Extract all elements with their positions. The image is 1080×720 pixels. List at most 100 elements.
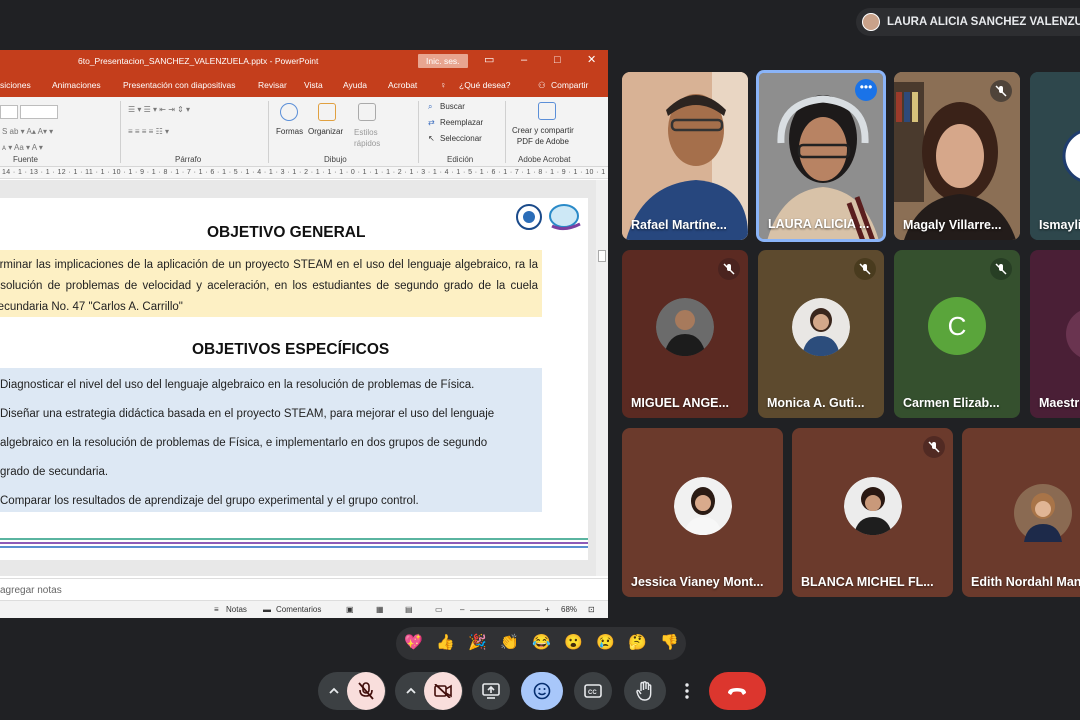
menu-transiciones[interactable]: siciones	[0, 80, 31, 90]
participant-video	[622, 72, 748, 240]
font-color-icons[interactable]: ᴀ ▾ Aa ▾ A ▾	[2, 143, 43, 152]
vertical-scrollbar[interactable]	[596, 180, 608, 576]
captions-button[interactable]: CC	[574, 672, 612, 710]
seleccionar-button[interactable]: Seleccionar	[440, 134, 482, 143]
captions-icon: CC	[584, 684, 602, 698]
menu-acrobat[interactable]: Acrobat	[388, 80, 417, 90]
organizar-label[interactable]: Organizar	[308, 127, 343, 136]
reaction-surprised[interactable]: 😮	[564, 634, 583, 652]
sorter-view-icon[interactable]: ▦	[376, 605, 384, 614]
participant-tile[interactable]: C Carmen Elizab...	[894, 250, 1020, 418]
participant-tile[interactable]: Jessica Vianey Mont...	[622, 428, 783, 597]
zoom-in-icon[interactable]: +	[545, 605, 550, 614]
participant-tile[interactable]: MIGUEL ANGE...	[622, 250, 748, 418]
quick-styles-icon[interactable]	[358, 103, 376, 121]
fit-slide-icon[interactable]: ⊡	[588, 605, 595, 614]
notes-pane[interactable]: agregar notas	[0, 578, 608, 600]
camera-options-chevron-icon[interactable]	[403, 683, 419, 699]
reaction-thumbs-up[interactable]: 👍	[436, 634, 455, 652]
reaction-sad[interactable]: 😢	[596, 634, 615, 652]
camera-toggle-button[interactable]	[424, 672, 462, 710]
status-bar: ≡ Notas ▬ Comentarios ▣ ▦ ▤ ▭ – + 68% ⊡	[0, 600, 608, 618]
comments-icon[interactable]: ▬	[263, 605, 271, 614]
normal-view-icon[interactable]: ▣	[346, 605, 354, 614]
menu-animaciones[interactable]: Animaciones	[52, 80, 101, 90]
present-button[interactable]	[472, 672, 510, 710]
signin-button[interactable]: Inic. ses.	[418, 54, 468, 68]
notes-button[interactable]: Notas	[226, 605, 247, 614]
comments-button[interactable]: Comentarios	[276, 605, 321, 614]
zoom-slider[interactable]	[470, 610, 540, 611]
replace-icon[interactable]: ⇄	[428, 118, 435, 127]
buscar-button[interactable]: Buscar	[440, 102, 465, 111]
participant-tile[interactable]: Monica A. Guti...	[758, 250, 884, 418]
menu-ayuda[interactable]: Ayuda	[343, 80, 367, 90]
presenter-chip[interactable]: LAURA ALICIA SANCHEZ VALENZUELA	[856, 8, 1080, 36]
participant-tile[interactable]: Magaly Villarre...	[894, 72, 1020, 240]
participant-tile-active-speaker[interactable]: ••• LAURA ALICIA ...	[756, 70, 886, 242]
select-icon[interactable]: ↖	[428, 134, 435, 143]
zoom-level[interactable]: 68%	[561, 605, 577, 614]
list-icons[interactable]: ☰ ▾ ☰ ▾ ⇤ ⇥ ⇕ ▾	[128, 105, 190, 114]
shapes-icon[interactable]	[280, 103, 298, 121]
font-format-icons[interactable]: S ab ▾ A▴ A▾ ▾	[2, 127, 53, 136]
crear-pdf-button[interactable]: Crear y compartir PDF de Adobe	[512, 125, 574, 147]
ppt-filename: 6to_Presentacion_SANCHEZ_VALENZUELA.pptx…	[78, 56, 319, 66]
leave-call-button[interactable]	[709, 672, 766, 710]
maximize-icon[interactable]: □	[554, 54, 561, 66]
align-icons[interactable]: ≡ ≡ ≡ ≡ ☷ ▾	[128, 127, 169, 136]
slide-area: OBJETIVO GENERAL terminar las implicacio…	[0, 180, 596, 576]
zoom-out-icon[interactable]: –	[460, 605, 464, 614]
participant-tile[interactable]: Maestr	[1030, 250, 1080, 418]
participant-name: Rafael Martíne...	[631, 218, 727, 232]
estilos-label[interactable]: Estilos rápidos	[354, 127, 380, 149]
adobe-pdf-icon[interactable]	[538, 102, 556, 120]
menu-vista[interactable]: Vista	[304, 80, 323, 90]
reading-view-icon[interactable]: ▤	[405, 605, 413, 614]
more-vert-icon	[685, 683, 689, 699]
reaction-clap[interactable]: 👏	[500, 634, 519, 652]
scroll-thumb[interactable]	[598, 250, 606, 262]
reaction-thumbs-down[interactable]: 👎	[660, 634, 679, 652]
mic-off-icon	[990, 80, 1012, 102]
title-objetivos-especificos: OBJETIVOS ESPECÍFICOS	[192, 341, 390, 358]
reaction-thinking[interactable]: 🤔	[628, 634, 647, 652]
font-name-field[interactable]	[0, 105, 18, 119]
reaction-laugh[interactable]: 😂	[532, 634, 551, 652]
reaction-party[interactable]: 🎉	[468, 634, 487, 652]
participant-tile[interactable]: Rafael Martíne...	[622, 72, 748, 240]
notes-icon[interactable]: ≡	[214, 605, 219, 614]
formas-label[interactable]: Formas	[276, 127, 303, 136]
font-size-field[interactable]	[20, 105, 58, 119]
mic-options-chevron-icon[interactable]	[326, 683, 342, 699]
hang-up-icon	[728, 688, 746, 695]
participant-tile[interactable]: BLANCA MICHEL FL...	[792, 428, 953, 597]
arrange-icon[interactable]	[318, 103, 336, 121]
participant-name: Ismaylin	[1039, 218, 1080, 232]
menu-compartir[interactable]: Compartir	[551, 80, 588, 90]
participant-avatar	[843, 476, 902, 535]
emoji-icon	[533, 682, 551, 700]
raise-hand-button[interactable]	[624, 672, 666, 710]
ribbon-display-icon[interactable]: ▭	[484, 54, 494, 66]
mic-toggle-button[interactable]	[347, 672, 385, 710]
participant-tile[interactable]: Ismaylin	[1030, 72, 1080, 240]
ruler: 14 · 1 · 13 · 1 · 12 · 1 · 11 · 1 · 10 ·…	[0, 167, 608, 179]
emoji-button[interactable]	[521, 672, 563, 710]
reemplazar-button[interactable]: Reemplazar	[440, 118, 483, 127]
close-icon[interactable]: ✕	[587, 54, 596, 66]
menu-presentacion[interactable]: Presentación con diapositivas	[123, 80, 235, 90]
slideshow-view-icon[interactable]: ▭	[435, 605, 443, 614]
more-options-button[interactable]	[676, 672, 698, 710]
more-options-icon[interactable]: •••	[855, 79, 877, 101]
especifico-item: Diseñar una estrategia didáctica basada …	[0, 408, 495, 420]
group-edicion: Edición	[447, 155, 474, 164]
participant-tile[interactable]: Edith Nordahl Man	[962, 428, 1080, 597]
mic-off-icon	[358, 682, 374, 700]
group-dibujo: Dibujo	[324, 155, 347, 164]
find-icon[interactable]: ⌕	[428, 102, 432, 112]
minimize-icon[interactable]: –	[521, 54, 527, 66]
menu-revisar[interactable]: Revisar	[258, 80, 287, 90]
reaction-heart[interactable]: 💖	[404, 634, 423, 652]
menu-que-desea[interactable]: ¿Qué desea?	[459, 80, 511, 90]
